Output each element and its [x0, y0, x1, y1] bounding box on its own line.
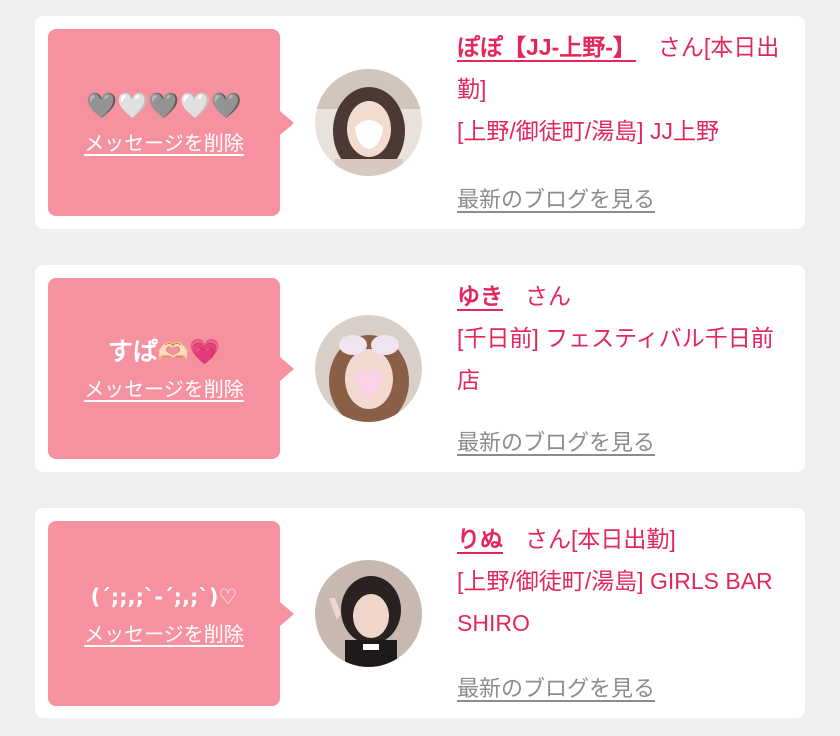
message-text: 🩶🤍🩶🤍🩶	[86, 90, 242, 120]
cast-name-link[interactable]: ぽぽ【JJ-上野-】	[457, 34, 636, 60]
message-bubble: すぱ🫶🏻💗 メッセージを削除	[48, 278, 294, 459]
message-bubble: (ˊ;;,;ˋ-ˊ;,;ˋ)♡ メッセージを削除	[48, 521, 294, 706]
delete-message-link[interactable]: メッセージを削除	[84, 130, 244, 156]
cast-name-link[interactable]: りぬ	[457, 526, 503, 552]
message-card: (ˊ;;,;ˋ-ˊ;,;ˋ)♡ メッセージを削除 りぬ さん[本日出勤] [上野/…	[35, 508, 805, 718]
delete-message-link[interactable]: メッセージを削除	[84, 621, 244, 647]
cast-info: ぽぽ【JJ-上野-】 さん[本日出勤] [上野/御徒町/湯島] JJ上野	[457, 26, 792, 152]
cast-info: りぬ さん[本日出勤] [上野/御徒町/湯島] GIRLS BAR SHIRO	[457, 518, 792, 644]
avatar[interactable]	[315, 560, 422, 667]
avatar[interactable]	[315, 315, 422, 422]
area-shop: [千日前] フェスティバル千日前店	[457, 325, 774, 393]
message-list: 🩶🤍🩶🤍🩶 メッセージを削除 ぽぽ【JJ-上野-】 さん[本日出勤] [上野/御徒…	[0, 0, 840, 736]
message-text: (ˊ;;,;ˋ-ˊ;,;ˋ)♡	[90, 584, 238, 609]
status-label: [本日出勤]	[571, 526, 676, 552]
honorific: さん	[525, 526, 571, 552]
message-bubble: 🩶🤍🩶🤍🩶 メッセージを削除	[48, 29, 294, 216]
honorific: さん	[657, 34, 704, 60]
message-card: 🩶🤍🩶🤍🩶 メッセージを削除 ぽぽ【JJ-上野-】 さん[本日出勤] [上野/御徒…	[35, 16, 805, 229]
cast-name-link[interactable]: ゆき	[457, 283, 503, 309]
area-shop: [上野/御徒町/湯島] JJ上野	[457, 118, 719, 144]
cast-info: ゆき さん [千日前] フェスティバル千日前店	[457, 275, 792, 401]
latest-blog-link[interactable]: 最新のブログを見る	[457, 671, 655, 703]
message-text: すぱ🫶🏻💗	[107, 336, 221, 366]
latest-blog-link[interactable]: 最新のブログを見る	[457, 425, 655, 457]
area-shop: [上野/御徒町/湯島] GIRLS BAR SHIRO	[457, 568, 773, 636]
message-card: すぱ🫶🏻💗 メッセージを削除 ゆき さん [千日前] フェスティバル千日前店 最新…	[35, 265, 805, 472]
delete-message-link[interactable]: メッセージを削除	[84, 376, 244, 402]
avatar[interactable]	[315, 69, 422, 176]
honorific: さん	[525, 283, 571, 309]
latest-blog-link[interactable]: 最新のブログを見る	[457, 182, 655, 214]
